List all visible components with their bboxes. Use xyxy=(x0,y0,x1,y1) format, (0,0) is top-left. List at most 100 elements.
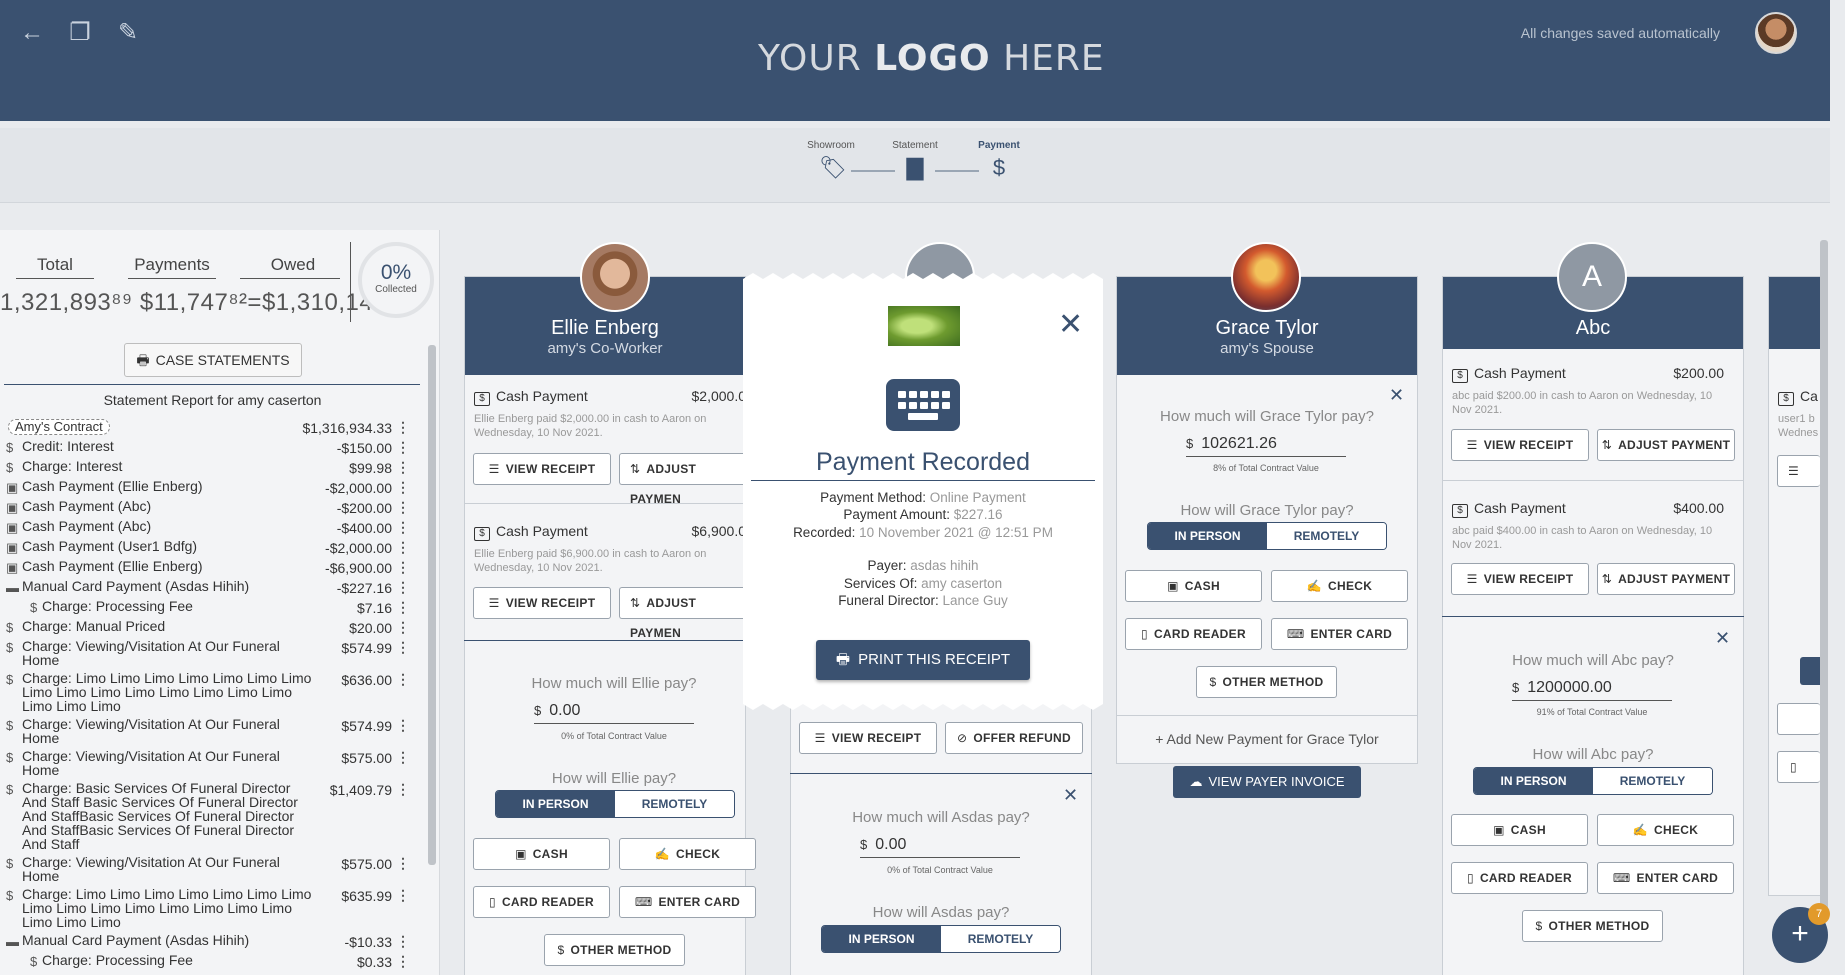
more-vert-icon[interactable]: ⋮ xyxy=(396,479,410,496)
ledger-row[interactable]: ▣ Cash Payment (User1 Bdfg) -$2,000.00 ⋮ xyxy=(0,537,418,557)
more-vert-icon[interactable]: ⋮ xyxy=(396,639,410,656)
payer-avatar[interactable]: A xyxy=(1557,242,1627,312)
more-vert-icon[interactable]: ⋮ xyxy=(396,749,410,766)
other-method-button[interactable]: $ OTHER METHOD xyxy=(1522,910,1663,942)
ledger-row[interactable]: ▣ Cash Payment (Ellie Enberg) -$2,000.00 ⋮ xyxy=(0,477,418,497)
offer-refund-button[interactable]: ⊘ OFFER REFUND xyxy=(945,722,1083,754)
more-vert-icon[interactable]: ⋮ xyxy=(396,459,410,476)
amount-input[interactable]: $1200000.00 xyxy=(1512,679,1672,701)
ledger-row[interactable]: $ Charge: Viewing/Visitation At Our Funer… xyxy=(0,747,418,779)
view-receipt-button[interactable]: ☰ xyxy=(1777,455,1820,487)
other-method-button[interactable]: $ OTHER METHOD xyxy=(1196,666,1337,698)
ledger-row[interactable]: $ Charge: Interest $99.98 ⋮ xyxy=(0,457,418,477)
in-person-option[interactable]: IN PERSON xyxy=(496,791,615,817)
more-vert-icon[interactable]: ⋮ xyxy=(396,559,410,576)
adjust-payment-button[interactable]: ⇅ ADJUST PAYMENT xyxy=(1597,563,1735,595)
ledger-row[interactable]: $ Charge: Limo Limo Limo Limo Limo Limo L… xyxy=(0,885,418,931)
close-icon[interactable]: ✕ xyxy=(1715,628,1730,649)
scrollbar[interactable] xyxy=(428,345,436,865)
view-receipt-button[interactable]: ☰ VIEW RECEIPT xyxy=(799,722,937,754)
card-reader-button[interactable]: ▯ CARD READER xyxy=(473,886,610,918)
tab-payments[interactable]: Payments xyxy=(116,255,228,275)
ledger-row[interactable]: $ Charge: Limo Limo Limo Limo Limo Limo L… xyxy=(0,669,418,715)
ledger-row[interactable]: ▬ Manual Card Payment (Asdas Hihih) -$227.… xyxy=(0,577,418,597)
amount-input[interactable]: $0.00 xyxy=(534,702,694,724)
tab-owed[interactable]: Owed xyxy=(238,255,348,275)
more-vert-icon[interactable]: ⋮ xyxy=(396,419,410,436)
ledger-row[interactable]: Amy's Contract $1,316,934.33 ⋮ xyxy=(0,417,418,437)
ledger-row[interactable]: $ Charge: Viewing/Visitation At Our Funer… xyxy=(0,853,418,885)
enter-card-button[interactable]: ⌨ ENTER CARD xyxy=(1597,862,1734,894)
remotely-option[interactable]: REMOTELY xyxy=(1593,768,1712,794)
ledger-row[interactable]: $ Charge: Viewing/Visitation At Our Funer… xyxy=(0,637,418,669)
ledger-row[interactable]: ▬Manual Card Payment (Asdas Hihih)-$10.3… xyxy=(0,931,418,951)
user-avatar[interactable] xyxy=(1755,12,1797,54)
view-receipt-button[interactable]: ☰ VIEW RECEIPT xyxy=(473,587,611,619)
payment-mode-toggle[interactable]: IN PERSON REMOTELY xyxy=(1473,767,1713,795)
contract-chip[interactable]: Amy's Contract xyxy=(8,419,110,435)
view-payer-invoice-button[interactable]: ☁ VIEW PAYER INVOICE xyxy=(1173,766,1361,798)
view-receipt-button[interactable]: ☰ VIEW RECEIPT xyxy=(473,453,611,485)
payment-mode-toggle[interactable]: IN PERSON REMOTELY xyxy=(821,925,1061,953)
in-person-option[interactable]: IN PERSON xyxy=(1474,768,1593,794)
more-vert-icon[interactable]: ⋮ xyxy=(396,933,410,950)
ledger-row[interactable]: ▣ Cash Payment (Abc) -$200.00 ⋮ xyxy=(0,497,418,517)
payment-mode-toggle[interactable]: IN PERSON REMOTELY xyxy=(1147,522,1387,550)
more-vert-icon[interactable]: ⋮ xyxy=(396,781,410,798)
partial-button[interactable] xyxy=(1800,657,1820,685)
close-icon[interactable]: ✕ xyxy=(1389,385,1404,406)
case-statements-button[interactable]: 🖶 CASE STATEMENTS xyxy=(124,343,302,377)
ledger-row[interactable]: $ Charge: Manual Priced $20.00 ⋮ xyxy=(0,617,418,637)
step-showroom[interactable]: Showroom 🏷 xyxy=(801,140,861,181)
more-vert-icon[interactable]: ⋮ xyxy=(396,717,410,734)
view-receipt-button[interactable]: ☰ VIEW RECEIPT xyxy=(1451,429,1589,461)
close-icon[interactable]: ✕ xyxy=(1063,785,1078,806)
payer-avatar[interactable] xyxy=(580,242,650,312)
adjust-payment-button[interactable]: ⇅ ADJUST PAYMEN xyxy=(619,587,746,640)
more-vert-icon[interactable]: ⋮ xyxy=(396,953,410,970)
scrollbar[interactable] xyxy=(1820,240,1828,920)
print-receipt-button[interactable]: 🖶 PRINT THIS RECEIPT xyxy=(816,640,1030,680)
more-vert-icon[interactable]: ⋮ xyxy=(396,519,410,536)
card-reader-button[interactable]: ▯ CARD READER xyxy=(1125,618,1262,650)
back-arrow-icon[interactable]: ← xyxy=(19,20,45,46)
copy-icon[interactable]: ❐ xyxy=(67,20,93,46)
more-vert-icon[interactable]: ⋮ xyxy=(396,579,410,596)
amount-input[interactable] xyxy=(1777,703,1820,735)
view-receipt-button[interactable]: ☰ VIEW RECEIPT xyxy=(1451,563,1589,595)
ledger-row[interactable]: $ Charge: Basic Services Of Funeral Direc… xyxy=(0,779,418,853)
more-vert-icon[interactable]: ⋮ xyxy=(396,439,410,456)
ledger-row[interactable]: $ Charge: Processing Fee $0.33 ⋮ xyxy=(0,951,418,971)
adjust-payment-button[interactable]: ⇅ ADJUST PAYMENT xyxy=(1597,429,1735,461)
tab-total[interactable]: Total xyxy=(0,255,110,275)
ledger-row[interactable]: ▣ Cash Payment (Abc) -$400.00 ⋮ xyxy=(0,517,418,537)
close-icon[interactable]: ✕ xyxy=(1058,311,1083,339)
other-method-button[interactable]: $ OTHER METHOD xyxy=(544,934,685,966)
check-button[interactable]: ✍ CHECK xyxy=(1597,814,1734,846)
card-reader-button[interactable]: ▯ CARD READER xyxy=(1451,862,1588,894)
enter-card-button[interactable]: ⌨ ENTER CARD xyxy=(619,886,756,918)
cash-button[interactable]: ▣ CASH xyxy=(473,838,610,870)
more-vert-icon[interactable]: ⋮ xyxy=(396,671,410,688)
step-statement[interactable]: Statement ▇ xyxy=(885,140,945,181)
check-button[interactable]: ✍ CHECK xyxy=(619,838,756,870)
ledger-row[interactable]: $ Credit: Interest -$150.00 ⋮ xyxy=(0,437,418,457)
payer-avatar[interactable] xyxy=(1231,242,1301,312)
in-person-option[interactable]: IN PERSON xyxy=(1148,523,1267,549)
more-vert-icon[interactable]: ⋮ xyxy=(396,499,410,516)
in-person-option[interactable]: IN PERSON xyxy=(822,926,941,952)
amount-input[interactable]: $0.00 xyxy=(860,836,1020,858)
more-vert-icon[interactable]: ⋮ xyxy=(396,599,410,616)
cash-button[interactable]: ▣ CASH xyxy=(1125,570,1262,602)
remotely-option[interactable]: REMOTELY xyxy=(941,926,1060,952)
ledger-row[interactable]: ▬Manual Card Payment (Asdas Hihih)-$10.3… xyxy=(0,971,418,975)
adjust-payment-button[interactable]: ⇅ ADJUST PAYMEN xyxy=(619,453,746,506)
card-reader-button[interactable]: ▯ xyxy=(1777,751,1820,783)
enter-card-button[interactable]: ⌨ ENTER CARD xyxy=(1271,618,1408,650)
more-vert-icon[interactable]: ⋮ xyxy=(396,855,410,872)
payment-mode-toggle[interactable]: IN PERSON REMOTELY xyxy=(495,790,735,818)
remotely-option[interactable]: REMOTELY xyxy=(1267,523,1386,549)
remotely-option[interactable]: REMOTELY xyxy=(615,791,734,817)
amount-input[interactable]: $102621.26 xyxy=(1186,435,1346,457)
ledger-row[interactable]: ▣ Cash Payment (Ellie Enberg) -$6,900.00 ⋮ xyxy=(0,557,418,577)
